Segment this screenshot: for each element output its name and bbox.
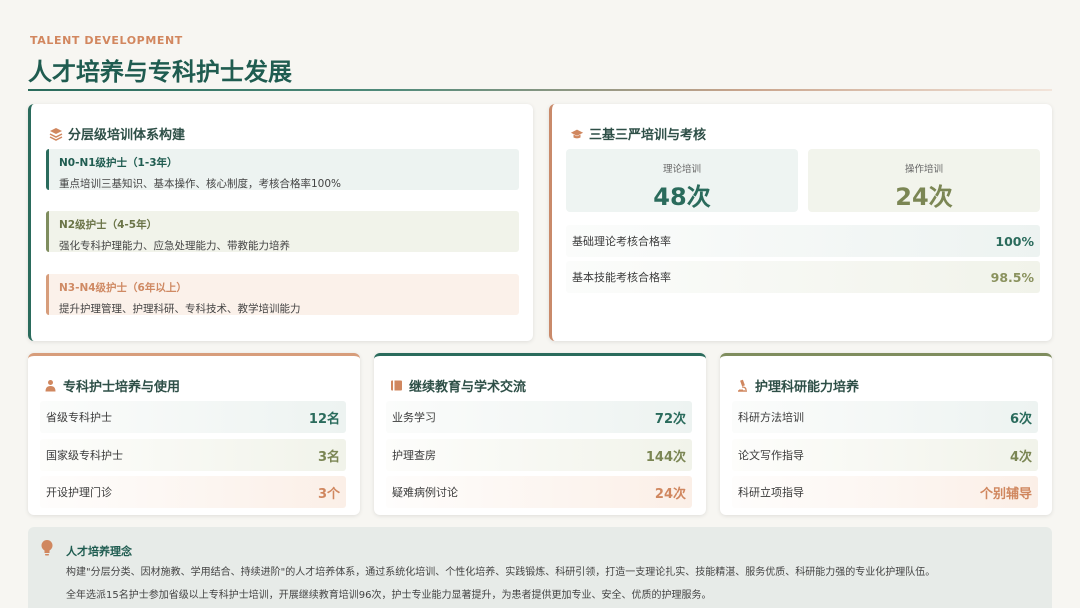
graduation-cap-icon [570, 127, 584, 141]
stat-label: 操作培训 [904, 164, 943, 175]
lightbulb-icon [40, 539, 54, 561]
tier-desc: 提升护理管理、护理科研、专科技术、教学培训能力 [59, 303, 301, 315]
rate-value: 98.5% [990, 269, 1034, 285]
tier-desc: 强化专科护理能力、应急处理能力、带教能力培养 [59, 240, 290, 252]
list-item: 省级专科护士 12名 [40, 401, 346, 433]
training-card-title-text: 三基三严培训与考核 [589, 128, 707, 143]
row-label: 国家级专科护士 [46, 449, 123, 462]
research-card-title-text: 护理科研能力培养 [755, 380, 860, 395]
theory-training-stat: 理论培训 48次 [566, 149, 798, 212]
stat-label: 理论培训 [662, 164, 701, 175]
title-divider [28, 89, 1052, 91]
row-value: 144次 [645, 449, 686, 465]
tier-head: N2级护士（4-5年） [59, 219, 158, 231]
row-value: 4次 [1009, 449, 1032, 465]
tier-card-title: 分层级培训体系构建 [49, 124, 185, 143]
row-value: 6次 [1009, 411, 1032, 427]
list-item: 护理查房 144次 [386, 439, 692, 471]
philosophy-text-1: 构建"分层分类、因材施教、学用结合、持续进阶"的人才培养体系，通过系统化培训、个… [66, 567, 936, 578]
row-value: 12名 [308, 411, 340, 427]
list-item: 开设护理门诊 3个 [40, 476, 346, 508]
row-value: 72次 [654, 411, 686, 427]
row-value: 24次 [654, 486, 686, 502]
research-ability-card: 护理科研能力培养 科研方法培训 6次 论文写作指导 4次 科研立项指导 个别辅导 [720, 353, 1052, 515]
specialist-nurse-card: 专科护士培养与使用 省级专科护士 12名 国家级专科护士 3名 开设护理门诊 3… [28, 353, 360, 515]
layers-icon [49, 127, 63, 141]
row-value: 个别辅导 [979, 486, 1032, 502]
row-value: 3个 [317, 486, 340, 502]
row-label: 开设护理门诊 [46, 486, 112, 499]
specialist-card-title: 专科护士培养与使用 [44, 376, 180, 395]
tier-card-title-text: 分层级培训体系构建 [68, 128, 186, 143]
training-card-title: 三基三严培训与考核 [570, 124, 706, 143]
row-label: 业务学习 [392, 411, 436, 424]
stat-value: 24次 [895, 183, 953, 211]
list-item: 疑难病例讨论 24次 [386, 476, 692, 508]
row-label: 科研方法培训 [738, 411, 804, 424]
operation-training-stat: 操作培训 24次 [808, 149, 1040, 212]
nurse-icon [44, 379, 58, 393]
philosophy-title: 人才培养理念 [66, 545, 132, 558]
philosophy-panel: 人才培养理念 构建"分层分类、因材施教、学用结合、持续进阶"的人才培养体系，通过… [28, 527, 1052, 608]
rate-value: 100% [995, 233, 1034, 249]
book-icon [390, 379, 404, 393]
row-label: 科研立项指导 [738, 486, 804, 499]
specialist-card-title-text: 专科护士培养与使用 [63, 380, 181, 395]
list-item: 业务学习 72次 [386, 401, 692, 433]
tier-item-n3-n4: N3-N4级护士（6年以上） 提升护理管理、护理科研、专科技术、教学培训能力 [46, 274, 519, 315]
stat-value: 48次 [653, 183, 711, 211]
education-card-title: 继续教育与学术交流 [390, 376, 526, 395]
tier-item-n2: N2级护士（4-5年） 强化专科护理能力、应急处理能力、带教能力培养 [46, 211, 519, 252]
research-card-title: 护理科研能力培养 [736, 376, 859, 395]
education-card-title-text: 继续教育与学术交流 [409, 380, 527, 395]
tier-item-n0-n1: N0-N1级护士（1-3年） 重点培训三基知识、基本操作、核心制度，考核合格率1… [46, 149, 519, 190]
row-label: 论文写作指导 [738, 449, 804, 462]
page-title: 人才培养与专科护士发展 [28, 58, 292, 86]
philosophy-text-2: 全年选派15名护士参加省级以上专科护士培训，开展继续教育培训96次，护士专业能力… [66, 590, 712, 601]
continuing-education-card: 继续教育与学术交流 业务学习 72次 护理查房 144次 疑难病例讨论 24次 [374, 353, 706, 515]
list-item: 论文写作指导 4次 [732, 439, 1038, 471]
rate-label: 基础理论考核合格率 [572, 235, 671, 248]
row-label: 省级专科护士 [46, 411, 112, 424]
training-assessment-card: 三基三严培训与考核 理论培训 48次 操作培训 24次 基础理论考核合格率 10… [549, 104, 1052, 341]
microscope-icon [736, 379, 750, 393]
theory-pass-rate-row: 基础理论考核合格率 100% [566, 225, 1040, 257]
row-value: 3名 [317, 449, 340, 465]
tier-head: N3-N4级护士（6年以上） [59, 282, 187, 294]
list-item: 科研立项指导 个别辅导 [732, 476, 1038, 508]
row-label: 护理查房 [392, 449, 436, 462]
rate-label: 基本技能考核合格率 [572, 271, 671, 284]
skill-pass-rate-row: 基本技能考核合格率 98.5% [566, 261, 1040, 293]
tier-desc: 重点培训三基知识、基本操作、核心制度，考核合格率100% [59, 178, 342, 190]
list-item: 科研方法培训 6次 [732, 401, 1038, 433]
tier-head: N0-N1级护士（1-3年） [59, 157, 178, 169]
row-label: 疑难病例讨论 [392, 486, 458, 499]
tier-training-card: 分层级培训体系构建 N0-N1级护士（1-3年） 重点培训三基知识、基本操作、核… [28, 104, 533, 341]
list-item: 国家级专科护士 3名 [40, 439, 346, 471]
page-subtitle: TALENT DEVELOPMENT [30, 34, 183, 47]
